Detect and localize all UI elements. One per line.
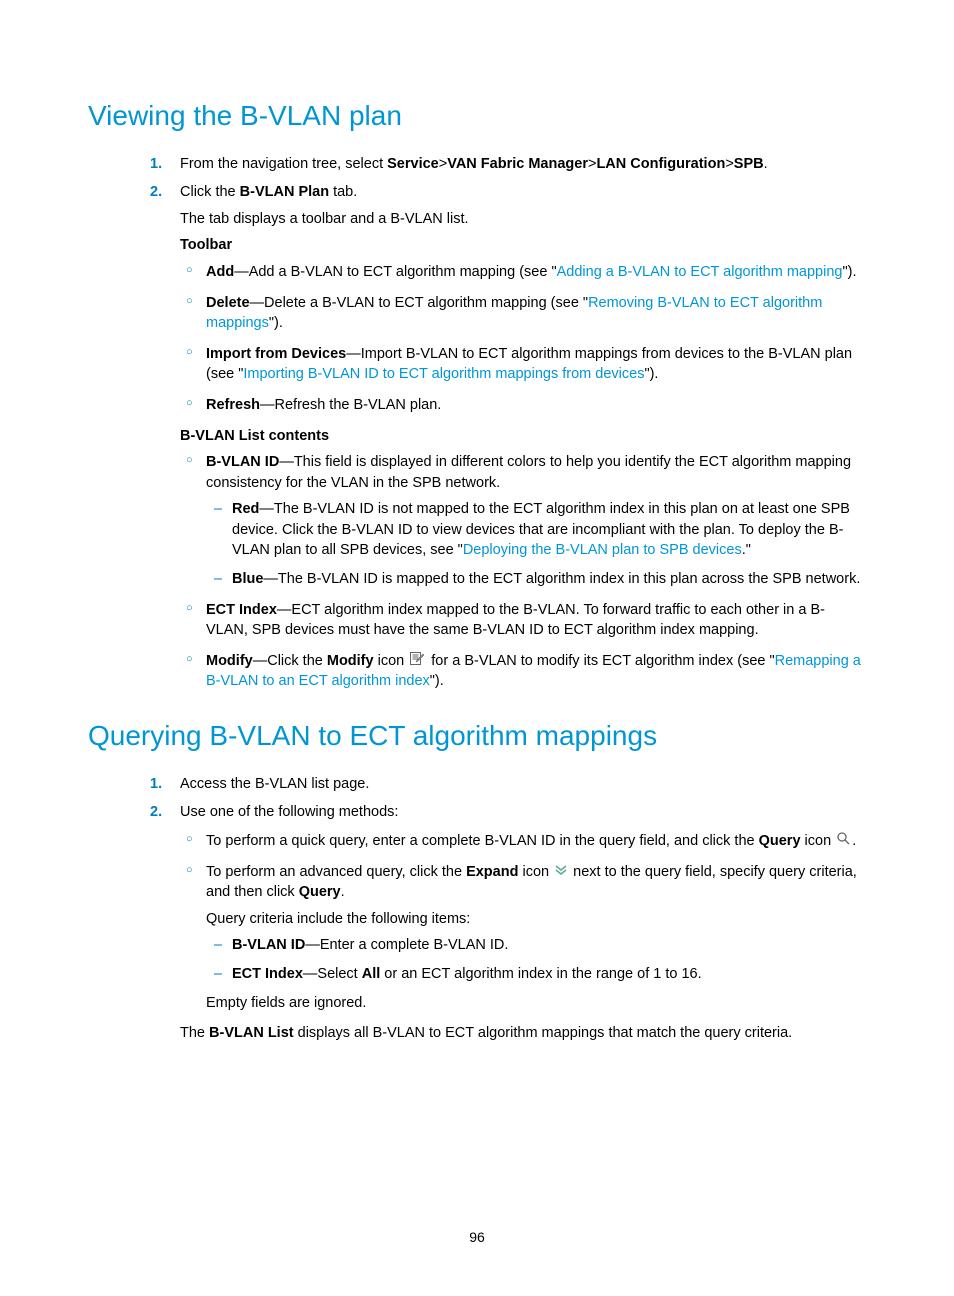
heading-viewing-bvlan: Viewing the B-VLAN plan bbox=[88, 96, 866, 136]
import-label: Import from Devices bbox=[206, 346, 346, 362]
tab-displays-text: The tab displays a toolbar and a B-VLAN … bbox=[180, 209, 866, 230]
quick-query-item: To perform a quick query, enter a comple… bbox=[206, 831, 866, 852]
step-2: Click the B-VLAN Plan tab. The tab displ… bbox=[180, 182, 866, 692]
bvlan-id-text: —This field is displayed in different co… bbox=[206, 454, 851, 491]
document-page: Viewing the B-VLAN plan From the navigat… bbox=[0, 0, 954, 1092]
q-step-1: Access the B-VLAN list page. bbox=[180, 774, 866, 795]
blue-text: —The B-VLAN ID is mapped to the ECT algo… bbox=[263, 571, 860, 587]
step2-post: tab. bbox=[329, 184, 357, 200]
delete-label: Delete bbox=[206, 295, 250, 311]
toolbar-import: Import from Devices—Import B-VLAN to ECT… bbox=[206, 344, 866, 385]
color-list: Red—The B-VLAN ID is not mapped to the E… bbox=[206, 499, 866, 589]
red-end: ." bbox=[742, 542, 751, 558]
crit-ect-pre: —Select bbox=[303, 966, 362, 982]
quick-pre: To perform a quick query, enter a comple… bbox=[206, 833, 759, 849]
procedure-list-1: From the navigation tree, select Service… bbox=[88, 154, 866, 692]
modify-end: "). bbox=[430, 673, 444, 689]
heading-querying: Querying B-VLAN to ECT algorithm mapping… bbox=[88, 716, 866, 756]
toolbar-delete: Delete—Delete a B-VLAN to ECT algorithm … bbox=[206, 293, 866, 334]
bvlan-list-label-text: B-VLAN List contents bbox=[180, 428, 329, 444]
add-end: "). bbox=[842, 264, 856, 280]
import-end: "). bbox=[644, 366, 658, 382]
empty-fields-text: Empty fields are ignored. bbox=[206, 993, 866, 1014]
crit-ect-index: ECT Index—Select All or an ECT algorithm… bbox=[232, 964, 866, 985]
modify-pre: —Click the bbox=[253, 653, 327, 669]
modify-icon bbox=[410, 651, 425, 672]
delete-text: —Delete a B-VLAN to ECT algorithm mappin… bbox=[250, 295, 589, 311]
bvlan-list-contents: B-VLAN ID—This field is displayed in dif… bbox=[180, 452, 866, 692]
breadcrumb-lan: LAN Configuration bbox=[596, 156, 725, 172]
import-link[interactable]: Importing B-VLAN ID to ECT algorithm map… bbox=[243, 366, 644, 382]
bvlan-list-label: B-VLAN List contents bbox=[180, 426, 866, 447]
breadcrumb-vfm: VAN Fabric Manager bbox=[447, 156, 588, 172]
toolbar-refresh: Refresh—Refresh the B-VLAN plan. bbox=[206, 395, 866, 416]
crit-ect-bold: All bbox=[362, 966, 381, 982]
page-number: 96 bbox=[0, 1228, 954, 1248]
delete-end: "). bbox=[269, 315, 283, 331]
quick-post: icon bbox=[801, 833, 836, 849]
step2-bold: B-VLAN Plan bbox=[240, 184, 329, 200]
red-link[interactable]: Deploying the B-VLAN plan to SPB devices bbox=[463, 542, 742, 558]
red-label: Red bbox=[232, 501, 259, 517]
step2-pre: Click the bbox=[180, 184, 240, 200]
modify-post: for a B-VLAN to modify its ECT algorithm… bbox=[427, 653, 774, 669]
step-1: From the navigation tree, select Service… bbox=[180, 154, 866, 175]
breadcrumb-spb: SPB bbox=[734, 156, 764, 172]
crit-id-label: B-VLAN ID bbox=[232, 937, 305, 953]
quick-end: . bbox=[852, 833, 856, 849]
ect-index-item: ECT Index—ECT algorithm index mapped to … bbox=[206, 600, 866, 641]
toolbar-items: Add—Add a B-VLAN to ECT algorithm mappin… bbox=[180, 262, 866, 415]
toolbar-label-text: Toolbar bbox=[180, 237, 232, 253]
result-pre: The bbox=[180, 1025, 209, 1041]
adv-bold2: Query bbox=[299, 884, 341, 900]
toolbar-label: Toolbar bbox=[180, 235, 866, 256]
q-step-2: Use one of the following methods: To per… bbox=[180, 802, 866, 1043]
bvlan-id-label: B-VLAN ID bbox=[206, 454, 279, 470]
ect-index-text: —ECT algorithm index mapped to the B-VLA… bbox=[206, 602, 825, 639]
adv-mid: icon bbox=[518, 864, 553, 880]
result-bold: B-VLAN List bbox=[209, 1025, 294, 1041]
adv-pre: To perform an advanced query, click the bbox=[206, 864, 466, 880]
criteria-list: B-VLAN ID—Enter a complete B-VLAN ID. EC… bbox=[206, 935, 866, 984]
procedure-list-2: Access the B-VLAN list page. Use one of … bbox=[88, 774, 866, 1044]
adv-end: . bbox=[341, 884, 345, 900]
breadcrumb-service: Service bbox=[387, 156, 439, 172]
modify-bold2: Modify bbox=[327, 653, 374, 669]
add-text: —Add a B-VLAN to ECT algorithm mapping (… bbox=[234, 264, 556, 280]
query-methods: To perform a quick query, enter a comple… bbox=[180, 831, 866, 1013]
modify-item: Modify—Click the Modify icon for a B-VLA… bbox=[206, 651, 866, 692]
breadcrumb-sep: > bbox=[439, 154, 447, 175]
red-item: Red—The B-VLAN ID is not mapped to the E… bbox=[232, 499, 866, 561]
crit-id-text: —Enter a complete B-VLAN ID. bbox=[305, 937, 508, 953]
adv-bold: Expand bbox=[466, 864, 518, 880]
blue-item: Blue—The B-VLAN ID is mapped to the ECT … bbox=[232, 569, 866, 590]
advanced-query-item: To perform an advanced query, click the … bbox=[206, 862, 866, 1014]
ect-index-label: ECT Index bbox=[206, 602, 277, 618]
crit-ect-label: ECT Index bbox=[232, 966, 303, 982]
breadcrumb-sep: > bbox=[725, 154, 733, 175]
step1-text-post: . bbox=[764, 156, 768, 172]
refresh-text: —Refresh the B-VLAN plan. bbox=[260, 397, 441, 413]
crit-bvlan-id: B-VLAN ID—Enter a complete B-VLAN ID. bbox=[232, 935, 866, 956]
expand-icon bbox=[555, 862, 567, 883]
bvlan-id-item: B-VLAN ID—This field is displayed in dif… bbox=[206, 452, 866, 589]
q-step2-text: Use one of the following methods: bbox=[180, 804, 398, 820]
criteria-intro: Query criteria include the following ite… bbox=[206, 909, 866, 930]
quick-bold: Query bbox=[759, 833, 801, 849]
add-link[interactable]: Adding a B-VLAN to ECT algorithm mapping bbox=[557, 264, 843, 280]
refresh-label: Refresh bbox=[206, 397, 260, 413]
crit-ect-post: or an ECT algorithm index in the range o… bbox=[380, 966, 701, 982]
search-icon bbox=[837, 831, 850, 852]
blue-label: Blue bbox=[232, 571, 263, 587]
result-post: displays all B-VLAN to ECT algorithm map… bbox=[294, 1025, 793, 1041]
step1-text-pre: From the navigation tree, select bbox=[180, 156, 387, 172]
modify-label: Modify bbox=[206, 653, 253, 669]
modify-mid: icon bbox=[374, 653, 409, 669]
add-label: Add bbox=[206, 264, 234, 280]
result-text: The B-VLAN List displays all B-VLAN to E… bbox=[180, 1023, 866, 1044]
toolbar-add: Add—Add a B-VLAN to ECT algorithm mappin… bbox=[206, 262, 866, 283]
